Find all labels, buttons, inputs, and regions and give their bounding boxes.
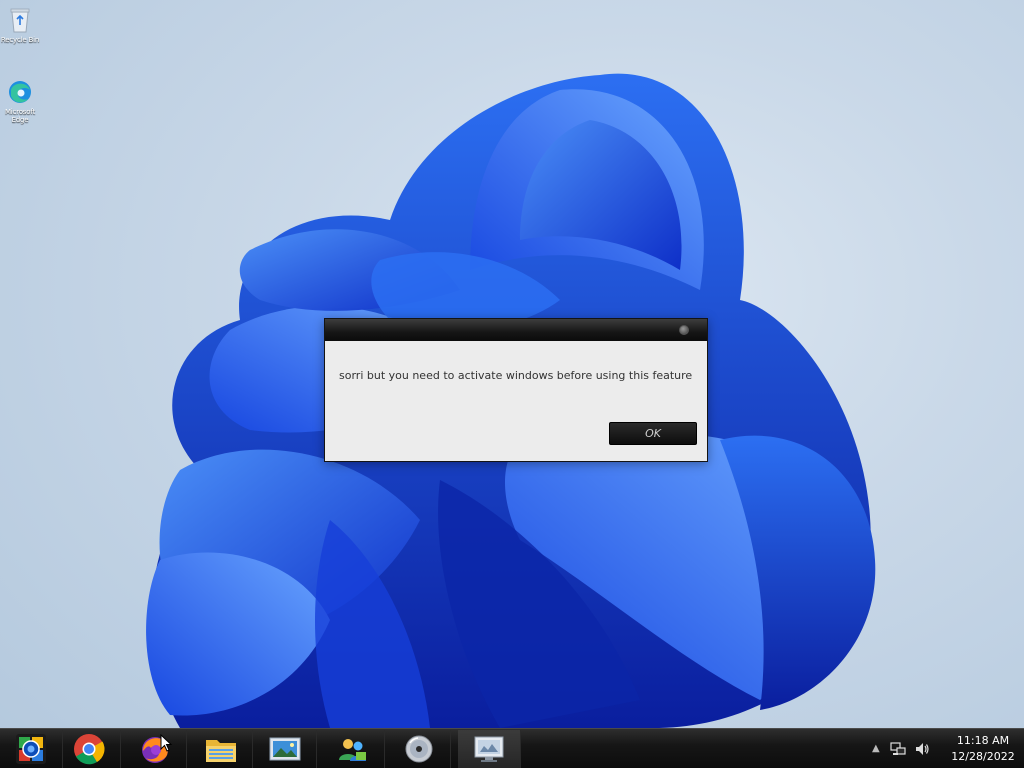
dialog-message: sorri but you need to activate windows b… bbox=[339, 369, 693, 382]
recycle-bin-icon bbox=[10, 8, 30, 33]
edge-icon bbox=[9, 81, 31, 103]
taskbar-start-button[interactable] bbox=[0, 730, 63, 768]
taskbar: ▲ 11:18 AM 12/28/2022 bbox=[0, 728, 1024, 768]
desktop: Recycle Bin Microsoft Edge sorri but you… bbox=[0, 0, 1024, 768]
show-hidden-icons-icon[interactable]: ▲ bbox=[872, 743, 880, 754]
desktop-icon-edge[interactable]: Microsoft Edge bbox=[0, 78, 40, 124]
folder-icon bbox=[206, 740, 236, 762]
desktop-icon-recycle-bin[interactable]: Recycle Bin bbox=[0, 6, 40, 44]
clock-date: 12/28/2022 bbox=[951, 750, 1015, 763]
disc-icon bbox=[405, 735, 433, 763]
taskbar-users-button[interactable] bbox=[322, 730, 385, 768]
desktop-icon-label: Microsoft Edge bbox=[4, 108, 36, 124]
start-orb-icon bbox=[16, 734, 46, 764]
clock-time: 11:18 AM bbox=[956, 734, 1010, 747]
close-icon[interactable] bbox=[679, 325, 689, 335]
monitor-icon bbox=[474, 736, 504, 762]
photo-icon bbox=[269, 737, 301, 761]
taskbar-clock[interactable]: 11:18 AM 12/28/2022 bbox=[944, 733, 1022, 765]
taskbar-photo-viewer-button[interactable] bbox=[254, 730, 317, 768]
mouse-cursor-icon bbox=[160, 734, 172, 752]
activation-dialog: sorri but you need to activate windows b… bbox=[324, 318, 708, 462]
taskbar-chrome-button[interactable] bbox=[58, 730, 121, 768]
ok-button[interactable]: OK bbox=[609, 422, 697, 445]
users-icon bbox=[339, 739, 366, 761]
taskbar-disc-button[interactable] bbox=[388, 730, 451, 768]
taskbar-firefox-button[interactable] bbox=[124, 730, 187, 768]
desktop-icon-label: Recycle Bin bbox=[0, 36, 40, 44]
taskbar-monitor-button[interactable] bbox=[458, 730, 521, 768]
volume-icon[interactable] bbox=[914, 741, 930, 757]
system-tray: ▲ 11:18 AM 12/28/2022 bbox=[864, 729, 1024, 768]
dialog-titlebar[interactable] bbox=[325, 319, 707, 341]
network-icon[interactable] bbox=[890, 741, 906, 757]
taskbar-file-explorer-button[interactable] bbox=[190, 730, 253, 768]
chrome-icon bbox=[74, 734, 105, 765]
